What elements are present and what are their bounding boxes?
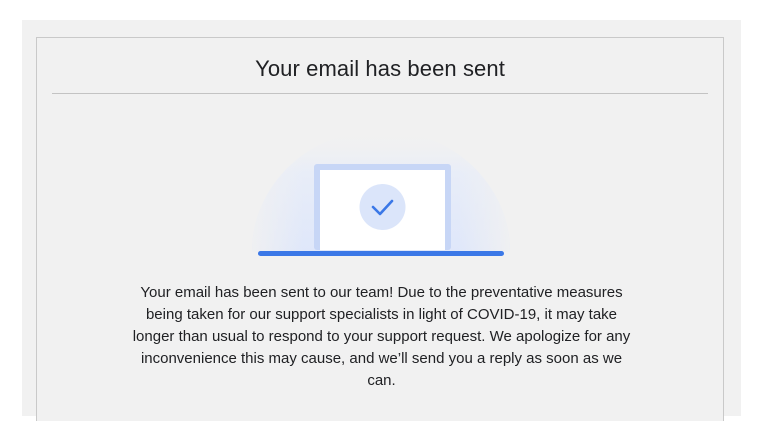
confirmation-dialog: Your email has been sent Your email has … [36, 37, 724, 421]
page-background: Your email has been sent Your email has … [22, 20, 741, 421]
title-divider [52, 93, 708, 94]
dialog-title: Your email has been sent [255, 56, 505, 81]
confirmation-message: Your email has been sent to our team! Du… [132, 284, 631, 389]
laptop-checkmark-icon [252, 130, 510, 256]
